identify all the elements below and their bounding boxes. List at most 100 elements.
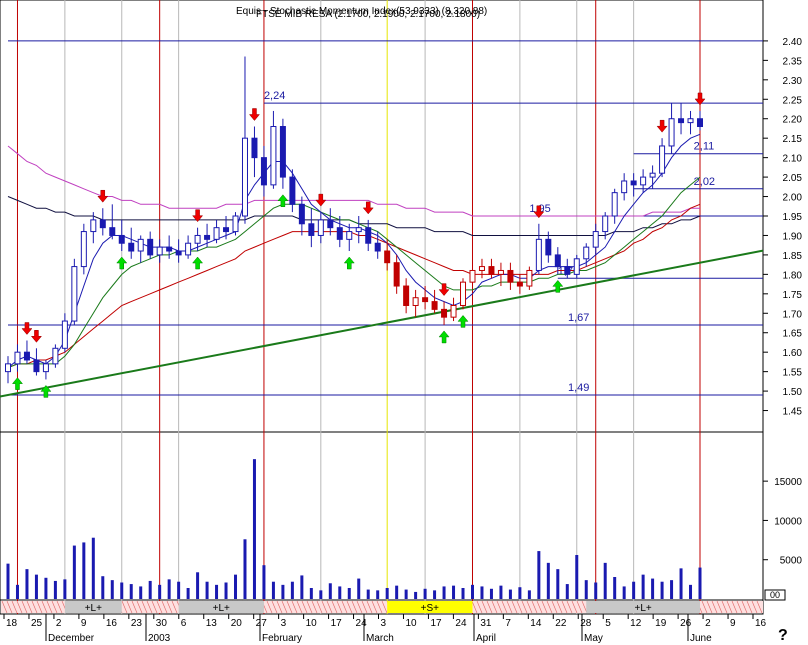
level-label: 2,02 [694,176,715,188]
volume-bar [470,584,474,599]
volume-bar [641,574,645,599]
volume-bar [243,539,247,599]
volume-bar [546,562,550,599]
price-axis-label: 2.40 [783,37,803,48]
date-axis-label: 23 [131,618,143,629]
volume-bar [414,591,418,599]
volume-bar [139,586,143,599]
candle-body [166,246,173,252]
candle-body [204,234,211,240]
volume-bar [698,567,702,599]
volume-bar [508,589,512,599]
candle-body [260,157,267,186]
candle-body [497,269,504,275]
date-axis-label: 10 [405,618,417,629]
volume-bar [271,581,275,599]
volume-bar [290,581,294,599]
candle-body [175,250,182,256]
candle-body [194,234,201,244]
candle-body [697,118,703,128]
volume-bar [234,574,238,599]
candle-body [422,297,429,303]
candle-body [535,238,542,271]
price-axis-label: 1.60 [783,348,803,359]
price-axis-label: 2.05 [783,173,803,184]
candle-body [365,227,372,244]
volume-bar [347,588,351,599]
volume-bar [281,584,285,599]
volume-bar [25,569,29,599]
date-axis-label: 13 [206,618,218,629]
volume-bar [319,590,323,599]
candle-body [516,281,523,287]
header-security-text: FTSE MIB RESA (2.1700, 2.1900, 2.1700, 2… [256,9,480,20]
date-axis-label: 24 [455,618,467,629]
candle-body [80,231,87,268]
date-axis-label: 17 [331,618,343,629]
date-axis-label: 30 [156,618,168,629]
volume-bar [34,574,38,599]
price-axis-label: 2.25 [783,95,803,106]
volume-bar [632,581,636,599]
volume-bar [651,578,655,599]
level-label: 2,24 [264,90,285,102]
volume-bar [366,589,370,599]
date-axis-label: 31 [480,618,492,629]
volume-bar [433,590,437,599]
price-axis-label: 1.80 [783,270,803,281]
candle-body [678,118,685,124]
candle-body [251,137,258,159]
candle-body [478,266,485,271]
candle-body [137,238,144,252]
volume-bar [129,584,133,599]
date-axis-label: 3 [381,618,387,629]
volume-bar [6,563,10,599]
candle-body [393,262,400,287]
volume-bar [167,579,171,599]
volume-bar [689,584,693,599]
candle-body [317,219,324,236]
date-axis-label: 25 [31,618,43,629]
volume-bar [186,588,190,599]
candle-body [42,363,49,373]
volume-axis-suffix: 00 [770,590,780,600]
candle-body [241,137,248,217]
candle-body [592,231,599,248]
volume-bar [527,590,531,599]
help-icon[interactable]: ? [778,627,788,644]
month-label: February [262,633,302,644]
date-axis-label: 18 [6,618,18,629]
candle-body [336,227,343,240]
candle-body [384,250,391,264]
volume-bar [91,537,95,599]
price-axis-label: 2.00 [783,193,803,204]
volume-bar [499,585,503,599]
volume-bar [622,586,626,599]
candle-body [668,118,675,147]
candle-body [488,266,495,275]
signal-label: +L+ [85,603,102,614]
candle-body [583,246,590,260]
date-axis-label: 26 [680,618,692,629]
volume-bar [660,581,664,599]
signal-label: +L+ [213,603,230,614]
date-axis-label: 2 [56,618,62,629]
date-axis-label: 16 [106,618,118,629]
candle-body [298,203,305,225]
candle-body [61,320,68,349]
volume-axis-label: 15000 [774,477,802,488]
volume-bar [82,542,86,599]
volume-bar [110,580,114,599]
candle-body [52,347,59,365]
candle-body [5,363,11,373]
volume-bar [613,577,617,599]
volume-bar [120,582,124,599]
date-axis-label: 20 [231,618,243,629]
volume-bar [489,588,493,599]
candle-body [147,238,154,256]
price-axis-label: 2.35 [783,56,803,67]
candle-body [346,231,353,240]
price-axis-label: 1.65 [783,329,803,340]
candle-body [403,285,410,306]
volume-bar [148,580,152,599]
